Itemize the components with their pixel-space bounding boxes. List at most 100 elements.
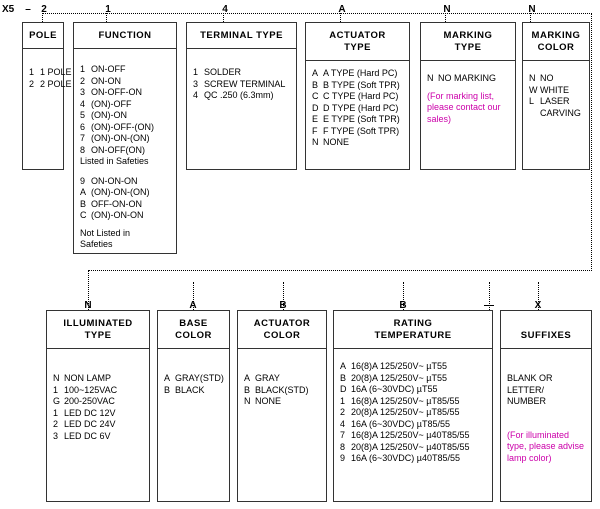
box-actuator-color-title: ACTUATOR COLOR bbox=[238, 311, 326, 342]
box-pole: POLE 1 1 POLE 2 2 POLE bbox=[22, 22, 72, 170]
box-marking-type-title: MARKING TYPE bbox=[421, 23, 515, 54]
box-function-title: FUNCTION bbox=[98, 30, 152, 41]
code-key: 5 bbox=[80, 110, 86, 120]
code-value: SOLDER bbox=[204, 67, 242, 77]
code-value: 16(8)A 125/250V~ µT85/55 bbox=[351, 395, 460, 406]
list-item: A (ON)-ON-(ON) bbox=[80, 187, 171, 199]
list-item: 1 ON-OFF bbox=[80, 64, 171, 76]
list-item: 4 (ON)-OFF bbox=[80, 99, 171, 111]
mid-dotted-connector bbox=[88, 270, 592, 271]
code-key: 2 bbox=[29, 78, 35, 89]
code-value: 100~125VAC bbox=[64, 384, 118, 395]
list-item: 5 (ON)-ON bbox=[80, 110, 171, 122]
code-key: D bbox=[312, 102, 319, 113]
code-value: 200-250VAC bbox=[64, 396, 115, 406]
code-key: 7 bbox=[340, 430, 346, 440]
box-base-color-title-l1: BASE bbox=[179, 318, 208, 329]
list-item: A A TYPE (Hard PC) bbox=[312, 68, 404, 80]
list-item: A GRAY bbox=[244, 373, 321, 385]
code-value: NO bbox=[540, 73, 554, 83]
code-key: N bbox=[244, 396, 251, 406]
code-key: A bbox=[164, 373, 171, 383]
list-item: 4 QC .250 (6.3mm) bbox=[193, 90, 291, 102]
box-actuator-color-rows: A GRAY B BLACK(STD) N NONE bbox=[238, 349, 326, 412]
code-value: (ON)-ON bbox=[91, 110, 127, 120]
code-value: 20(8)A 125/250V~ µT85/55 bbox=[351, 407, 460, 417]
box-marking-color-title: MARKING COLOR bbox=[523, 23, 589, 54]
code-key: 6 bbox=[80, 121, 86, 132]
list-item: 3 LED DC 6V bbox=[53, 431, 144, 443]
list-item: N NO MARKING bbox=[427, 73, 510, 85]
code-key: 1 bbox=[53, 407, 59, 418]
suffixes-line-2: LETTER/ bbox=[507, 384, 545, 395]
code-value: 20(8)A 125/250V~ µT55 bbox=[351, 372, 448, 383]
list-item: N NO bbox=[529, 73, 584, 85]
code-value: (ON)-OFF-(ON) bbox=[91, 121, 154, 132]
code-value: (ON)-OFF bbox=[91, 98, 132, 109]
code-value: A TYPE (Hard PC) bbox=[323, 68, 398, 78]
list-item: N NONE bbox=[312, 137, 404, 149]
suffixes-line-3: NUMBER bbox=[507, 396, 547, 406]
code-prefix: X5 bbox=[2, 4, 15, 15]
code-key: N bbox=[529, 73, 536, 83]
box-illuminated-rows: N NON LAMP 1 100~125VAC G 200-250VAC 1 LED D… bbox=[47, 349, 149, 446]
code-value: NONE bbox=[255, 396, 282, 406]
list-item: 6 (ON)-OFF-(ON) bbox=[80, 122, 171, 134]
box-actuator-color: ACTUATOR COLOR A GRAY B BLACK(STD) N NONE bbox=[237, 310, 327, 502]
code-value: (ON)-ON-(ON) bbox=[91, 187, 150, 197]
suffixes-note-line-2: type, please advise bbox=[507, 441, 585, 451]
box-marking-color-title-l1: MARKING bbox=[531, 30, 581, 41]
list-item: 1 16(8)A 125/250V~ µT85/55 bbox=[340, 396, 487, 408]
box-suffixes: SUFFIXES BLANK OR LETTER/ NUMBER (For il… bbox=[500, 310, 592, 502]
marking-note-line-2: please contact our bbox=[427, 102, 501, 112]
code-key: 9 bbox=[80, 175, 86, 186]
list-item: 2 ON-ON bbox=[80, 76, 171, 88]
code-value: LED DC 12V bbox=[64, 407, 116, 418]
function-note-listed: Listed in Safeties bbox=[80, 156, 149, 166]
list-item: 9 16A (6~30VDC) µ40T85/55 bbox=[340, 453, 487, 465]
code-value: C TYPE (Hard PC) bbox=[323, 91, 399, 101]
code-value: 2 POLE bbox=[40, 78, 72, 89]
code-key: 7 bbox=[80, 133, 86, 143]
list-item: N NON LAMP bbox=[53, 373, 144, 385]
box-terminal-type: TERMINAL TYPE 1 SOLDER 3 SCREW TERMINAL 4Q… bbox=[186, 22, 297, 170]
list-item: 1 1 POLE bbox=[29, 67, 72, 79]
box-marking-type-rows: N NO MARKING (For marking list, please co… bbox=[421, 61, 515, 129]
code-value: E TYPE (Soft TPR) bbox=[323, 114, 400, 124]
list-item: B BLACK bbox=[164, 385, 224, 397]
marking-note-line-1: (For marking list, bbox=[427, 90, 495, 101]
code-value: ON-ON-ON bbox=[91, 175, 138, 186]
box-actuator-type-title-l2: TYPE bbox=[344, 42, 371, 53]
list-item: 2 2 POLE bbox=[29, 78, 72, 91]
code-key: L bbox=[529, 96, 535, 106]
box-suffixes-rows: BLANK OR LETTER/ NUMBER (For illuminated… bbox=[501, 349, 591, 468]
top-dotted-connector bbox=[42, 13, 592, 14]
code-value: LED DC 24V bbox=[64, 419, 116, 429]
box-pole-title: POLE bbox=[29, 30, 57, 41]
box-rating-rows: A 16(8)A 125/250V~ µT55 B 20(8)A 125/250V~… bbox=[334, 349, 492, 469]
list-item: C C TYPE (Hard PC) bbox=[312, 91, 404, 103]
code-value: F TYPE (Soft TPR) bbox=[323, 125, 400, 136]
function-note-not-listed-2: Safeties bbox=[80, 239, 113, 249]
list-item: 8 20(8)A 125/250V~ µ40T85/55 bbox=[340, 442, 487, 454]
box-actuator-rows: A A TYPE (Hard PC) B B TYPE (Soft TPR) C C … bbox=[306, 61, 409, 153]
list-item: 2 LED DC 24V bbox=[53, 419, 144, 431]
code-value: WHITE bbox=[540, 84, 569, 95]
box-base-color-rows: A GRAY(STD) B BLACK bbox=[158, 349, 229, 400]
list-item: 8 ON-OFF(ON) bbox=[80, 145, 171, 157]
code-key: A bbox=[244, 373, 251, 383]
code-value: 16A (6~30VDC) µT55 bbox=[351, 384, 438, 394]
code-key: 4 bbox=[340, 418, 346, 429]
code-key: N bbox=[53, 373, 60, 383]
code-key: G bbox=[53, 396, 61, 406]
code-key: C bbox=[80, 210, 87, 220]
code-value: OFF-ON-ON bbox=[91, 198, 142, 209]
code-key: C bbox=[312, 91, 319, 101]
list-item: B B TYPE (Soft TPR) bbox=[312, 80, 404, 92]
code-value: SCREW TERMINAL bbox=[204, 78, 286, 89]
code-key: 3 bbox=[193, 78, 199, 89]
code-key: N bbox=[427, 73, 434, 83]
list-item: W WHITE bbox=[529, 85, 584, 97]
box-suffixes-title: SUFFIXES bbox=[520, 330, 572, 341]
code-key: B bbox=[244, 384, 251, 395]
